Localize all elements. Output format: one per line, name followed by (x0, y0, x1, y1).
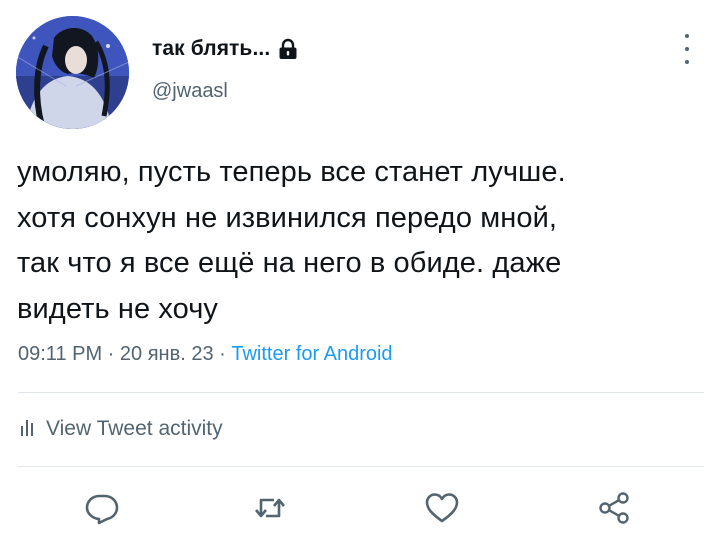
author-name-row[interactable]: так блять... (152, 37, 298, 61)
like-icon (425, 493, 459, 523)
share-button[interactable] (596, 490, 632, 526)
tweet-text: умоляю, пусть теперь все станет лучше. х… (17, 156, 566, 325)
analytics-bars-icon (20, 418, 34, 441)
retweet-icon (255, 498, 285, 518)
reply-icon (85, 494, 119, 525)
share-icon (599, 492, 629, 524)
meta-separator: · (102, 343, 120, 365)
like-button[interactable] (424, 490, 460, 526)
divider (18, 392, 704, 393)
more-options-button[interactable] (675, 34, 699, 64)
more-dot-icon (685, 34, 689, 38)
more-dot-icon (685, 60, 689, 64)
tweet-date: 20 янв. 23 (119, 343, 214, 365)
meta-separator: · (213, 343, 232, 365)
display-name[interactable]: так блять... (152, 37, 270, 61)
divider (18, 466, 704, 467)
avatar[interactable] (16, 16, 129, 129)
tweet-source-link[interactable]: Twitter for Android (231, 343, 392, 365)
tweet-time: 09:11 PM (18, 343, 103, 365)
avatar-image (16, 16, 129, 129)
reply-button[interactable] (84, 490, 120, 526)
tweet-metadata: 09:11 PM · 20 янв. 23 · Twitter for Andr… (18, 343, 393, 366)
view-tweet-activity-button[interactable]: View Tweet activity (20, 417, 223, 441)
author-handle[interactable]: @jwaasl (152, 80, 228, 103)
lock-icon (278, 38, 298, 60)
retweet-button[interactable] (252, 490, 288, 526)
more-dot-icon (685, 47, 689, 51)
tweet-detail: так блять... @jwaasl умоляю, пусть тепер… (0, 0, 720, 558)
view-tweet-activity-label: View Tweet activity (46, 417, 223, 440)
